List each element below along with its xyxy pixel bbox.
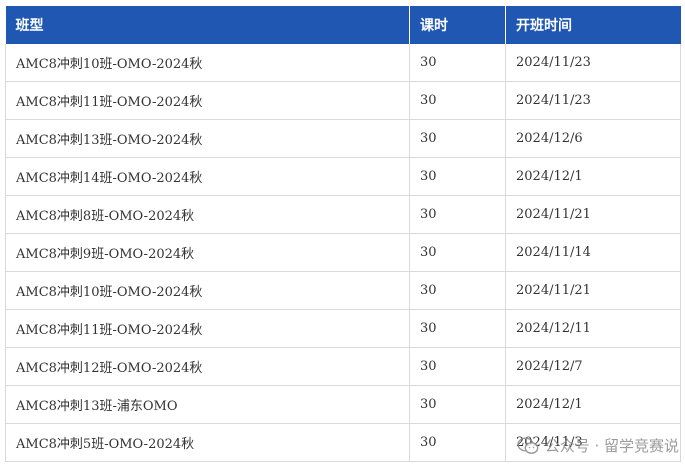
cell-start-date: 2024/12/11 (505, 309, 681, 348)
class-schedule-table-wrapper: 班型 课时 开班时间 AMC8冲刺10班-OMO-2024秋 30 2024/1… (5, 6, 681, 462)
cell-start-date: 2024/11/21 (505, 195, 681, 234)
table-row: AMC8冲刺13班-OMO-2024秋 30 2024/12/6 (5, 119, 681, 158)
cell-hours: 30 (409, 309, 506, 348)
cell-hours: 30 (409, 44, 506, 82)
table-row: AMC8冲刺11班-OMO-2024秋 30 2024/11/23 (5, 81, 681, 120)
cell-class-type: AMC8冲刺11班-OMO-2024秋 (5, 309, 410, 348)
cell-class-type: AMC8冲刺8班-OMO-2024秋 (5, 195, 410, 234)
cell-class-type: AMC8冲刺10班-OMO-2024秋 (5, 44, 410, 82)
cell-class-type: AMC8冲刺14班-OMO-2024秋 (5, 157, 410, 196)
cell-hours: 30 (409, 233, 506, 272)
cell-start-date: 2024/11/21 (505, 271, 681, 310)
watermark: 公众号 · 留学竞赛说 (516, 435, 679, 456)
table-row: AMC8冲刺9班-OMO-2024秋 30 2024/11/14 (5, 233, 681, 272)
header-row: 班型 课时 开班时间 (5, 6, 681, 44)
cell-start-date: 2024/12/1 (505, 157, 681, 196)
table-row: AMC8冲刺12班-OMO-2024秋 30 2024/12/7 (5, 347, 681, 386)
cell-class-type: AMC8冲刺13班-浦东OMO (5, 385, 410, 424)
cell-hours: 30 (409, 385, 506, 424)
table-row: AMC8冲刺11班-OMO-2024秋 30 2024/12/11 (5, 309, 681, 348)
table-body: AMC8冲刺10班-OMO-2024秋 30 2024/11/23 AMC8冲刺… (5, 44, 681, 462)
cell-start-date: 2024/11/23 (505, 44, 681, 82)
table-row: AMC8冲刺10班-OMO-2024秋 30 2024/11/21 (5, 271, 681, 310)
cell-hours: 30 (409, 157, 506, 196)
cell-class-type: AMC8冲刺10班-OMO-2024秋 (5, 271, 410, 310)
table-row: AMC8冲刺10班-OMO-2024秋 30 2024/11/23 (5, 44, 681, 82)
cell-class-type: AMC8冲刺13班-OMO-2024秋 (5, 119, 410, 158)
header-hours: 课时 (409, 6, 506, 44)
cell-class-type: AMC8冲刺12班-OMO-2024秋 (5, 347, 410, 386)
table-row: AMC8冲刺13班-浦东OMO 30 2024/12/1 (5, 385, 681, 424)
cell-start-date: 2024/11/14 (505, 233, 681, 272)
cell-start-date: 2024/12/7 (505, 347, 681, 386)
cell-class-type: AMC8冲刺11班-OMO-2024秋 (5, 81, 410, 120)
watermark-text: 公众号 · 留学竞赛说 (544, 437, 679, 455)
header-start-date: 开班时间 (505, 6, 681, 44)
cell-hours: 30 (409, 81, 506, 120)
cell-class-type: AMC8冲刺9班-OMO-2024秋 (5, 233, 410, 272)
header-class-type: 班型 (5, 6, 410, 44)
table-header: 班型 课时 开班时间 (5, 6, 681, 44)
cell-hours: 30 (409, 195, 506, 234)
table-row: AMC8冲刺8班-OMO-2024秋 30 2024/11/21 (5, 195, 681, 234)
cell-class-type: AMC8冲刺5班-OMO-2024秋 (5, 423, 410, 462)
cell-start-date: 2024/11/23 (505, 81, 681, 120)
cell-start-date: 2024/12/1 (505, 385, 681, 424)
wechat-icon (516, 436, 539, 455)
cell-hours: 30 (409, 271, 506, 310)
cell-hours: 30 (409, 423, 506, 462)
cell-hours: 30 (409, 347, 506, 386)
cell-start-date: 2024/12/6 (505, 119, 681, 158)
class-schedule-table: 班型 课时 开班时间 AMC8冲刺10班-OMO-2024秋 30 2024/1… (5, 6, 681, 462)
cell-hours: 30 (409, 119, 506, 158)
table-row: AMC8冲刺14班-OMO-2024秋 30 2024/12/1 (5, 157, 681, 196)
